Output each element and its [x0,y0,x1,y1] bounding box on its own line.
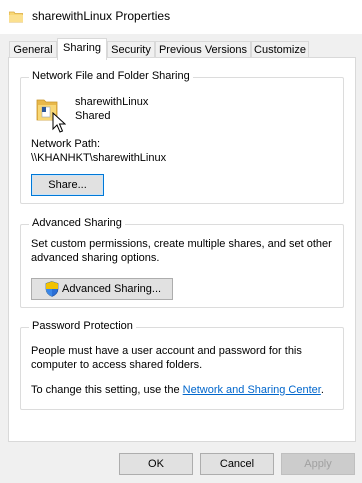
advanced-sharing-description-1: Set custom permissions, create multiple … [31,238,332,250]
folder-name: sharewithLinux [75,96,149,108]
uac-shield-icon [45,281,59,297]
password-protection-title: Password Protection [29,320,136,332]
tab-security-label: Security [111,44,151,56]
tab-sharing-label: Sharing [63,42,101,54]
change-setting-suffix: . [320,384,324,396]
cancel-button-label: Cancel [219,458,255,470]
dialog-footer: OK Cancel Apply [0,442,362,483]
properties-dialog: sharewithLinux Properties General Sharin… [0,0,362,483]
password-description-2: computer to access shared folders. [31,359,203,371]
network-sharing-title: Network File and Folder Sharing [29,70,193,82]
mouse-pointer-icon [52,112,66,133]
ok-button-label: OK [148,458,164,470]
network-path-value: \\KHANHKT\sharewithLinux [31,152,167,164]
window-title: sharewithLinux Properties [32,9,171,23]
change-setting-text: To change this setting, use the Network … [31,384,324,396]
tab-previous-versions-label: Previous Versions [158,44,248,56]
apply-button-label: Apply [304,458,332,470]
share-button-label: Share... [48,179,87,191]
folder-icon [9,11,23,23]
share-button[interactable]: Share... [31,174,104,196]
advanced-sharing-button-label: Advanced Sharing... [62,283,162,295]
title-bar: sharewithLinux Properties [0,0,362,34]
ok-button[interactable]: OK [119,453,193,475]
tab-general-label: General [13,44,53,56]
tab-customize-label: Customize [254,44,306,56]
change-setting-prefix: To change this setting, use the [31,384,183,396]
advanced-sharing-title: Advanced Sharing [29,217,125,229]
share-status: Shared [75,110,111,122]
tab-strip: General Sharing Security Previous Versio… [0,34,362,60]
network-sharing-center-link[interactable]: Network and Sharing Center [183,384,321,396]
advanced-sharing-description-2: advanced sharing options. [31,252,160,264]
apply-button[interactable]: Apply [281,453,355,475]
network-path-label: Network Path: [31,138,101,150]
password-description-1: People must have a user account and pass… [31,345,302,357]
advanced-sharing-button[interactable]: Advanced Sharing... [31,278,173,300]
tab-sharing[interactable]: Sharing [57,38,107,60]
cancel-button[interactable]: Cancel [200,453,274,475]
